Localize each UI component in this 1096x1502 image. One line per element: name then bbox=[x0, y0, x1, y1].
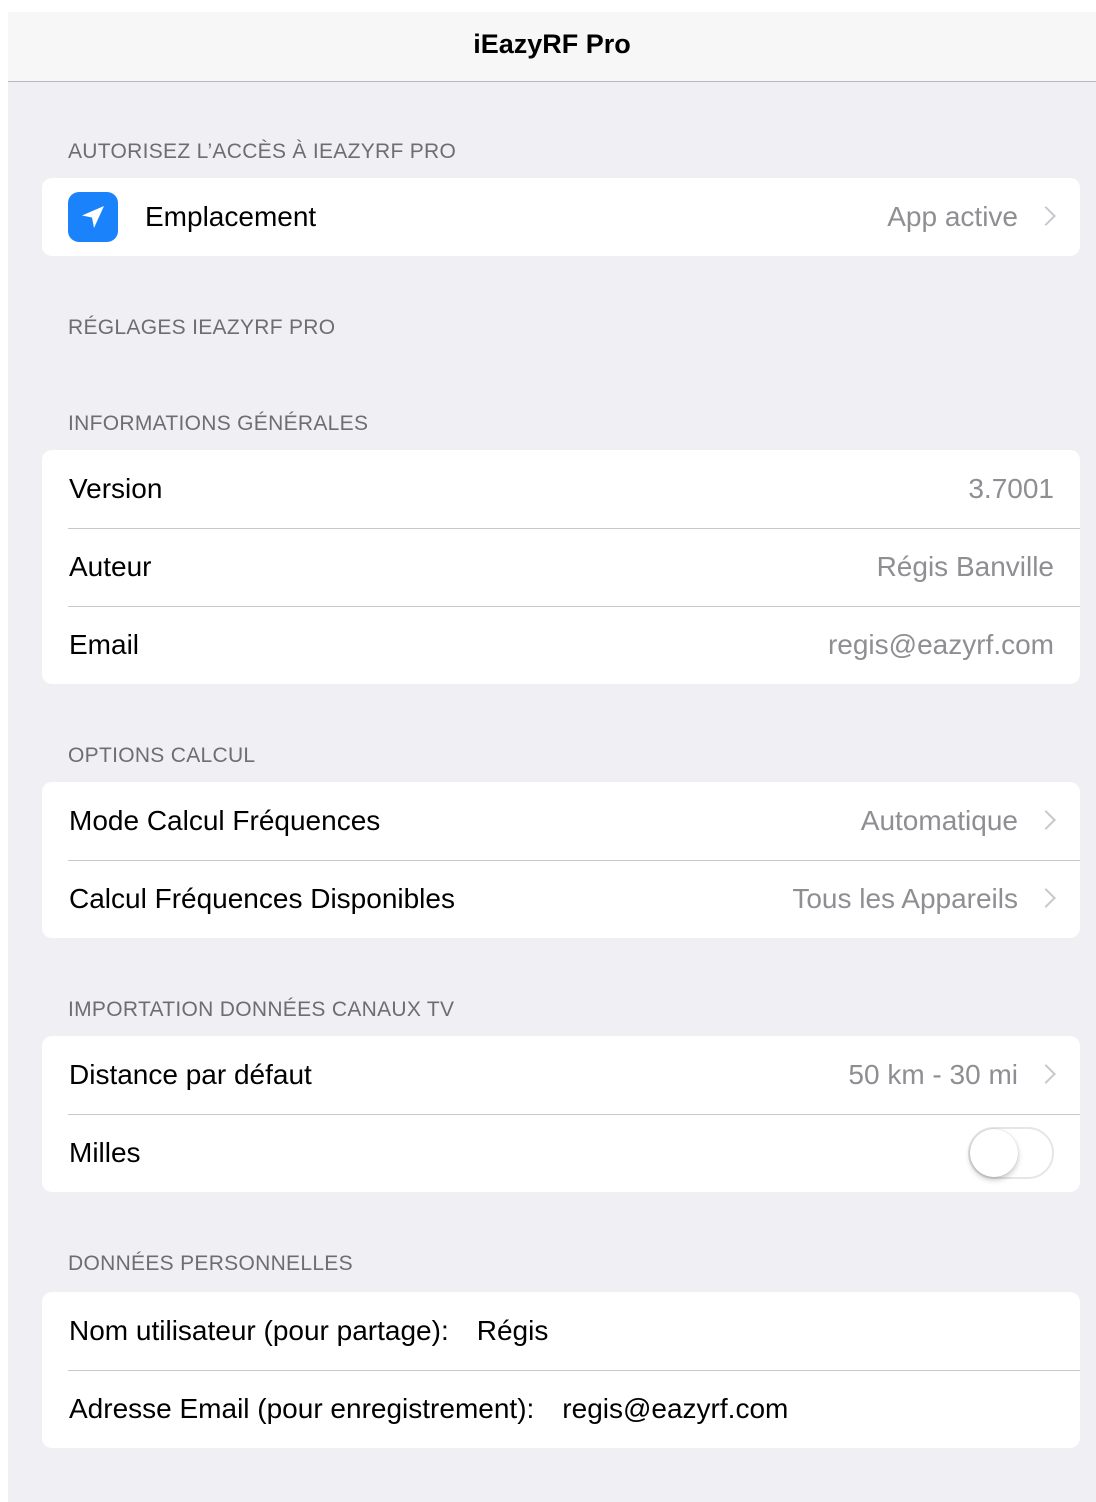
available-frequencies-row[interactable]: Calcul Fréquences Disponibles Tous les A… bbox=[42, 860, 1080, 938]
username-input[interactable]: Régis bbox=[477, 1315, 549, 1346]
frequency-mode-label: Mode Calcul Fréquences bbox=[69, 805, 381, 836]
version-value: 3.7001 bbox=[968, 473, 1054, 504]
registration-email-pair: Adresse Email (pour enregistrement): regi… bbox=[69, 1370, 788, 1448]
import-group: Distance par défaut 50 km - 30 mi Milles bbox=[42, 1036, 1080, 1192]
registration-email-label: Adresse Email (pour enregistrement): bbox=[69, 1393, 535, 1424]
section-header-access: AUTORISEZ L’ACCÈS À IEAZYRF PRO bbox=[68, 140, 457, 163]
author-label: Auteur bbox=[69, 551, 152, 582]
email-value: regis@eazyrf.com bbox=[827, 629, 1054, 660]
registration-email-input[interactable]: regis@eazyrf.com bbox=[562, 1393, 788, 1424]
default-distance-value: 50 km - 30 mi bbox=[848, 1059, 1018, 1090]
section-header-import: IMPORTATION DONNÉES CANAUX TV bbox=[68, 998, 455, 1021]
chevron-right-icon bbox=[1036, 206, 1056, 226]
available-frequencies-value: Tous les Appareils bbox=[792, 883, 1018, 914]
registration-email-row[interactable]: Adresse Email (pour enregistrement): regi… bbox=[42, 1370, 1080, 1448]
section-header-general: INFORMATIONS GÉNÉRALES bbox=[68, 412, 369, 435]
frequency-mode-value: Automatique bbox=[860, 805, 1018, 836]
author-value: Régis Banville bbox=[876, 551, 1054, 582]
email-row: Email regis@eazyrf.com bbox=[42, 606, 1080, 684]
username-label: Nom utilisateur (pour partage): bbox=[69, 1315, 449, 1346]
miles-toggle[interactable] bbox=[968, 1127, 1054, 1179]
chevron-right-icon bbox=[1036, 888, 1056, 908]
author-row: Auteur Régis Banville bbox=[42, 528, 1080, 606]
location-label: Emplacement bbox=[145, 201, 317, 232]
personal-group: Nom utilisateur (pour partage): Régis Adr… bbox=[42, 1292, 1080, 1448]
username-pair: Nom utilisateur (pour partage): Régis bbox=[69, 1292, 548, 1370]
location-arrow-icon bbox=[68, 192, 118, 242]
section-header-personal: DONNÉES PERSONNELLES bbox=[68, 1252, 353, 1275]
toggle-knob bbox=[970, 1129, 1018, 1177]
chevron-right-icon bbox=[1036, 810, 1056, 830]
navigation-bar: iEazyRF Pro bbox=[8, 12, 1096, 82]
access-group: Emplacement App active bbox=[42, 178, 1080, 256]
calc-group: Mode Calcul Fréquences Automatique Calcu… bbox=[42, 782, 1080, 938]
default-distance-label: Distance par défaut bbox=[69, 1059, 312, 1090]
section-header-settings: RÉGLAGES IEAZYRF PRO bbox=[68, 316, 336, 339]
default-distance-row[interactable]: Distance par défaut 50 km - 30 mi bbox=[42, 1036, 1080, 1114]
chevron-right-icon bbox=[1036, 1064, 1056, 1084]
frequency-mode-row[interactable]: Mode Calcul Fréquences Automatique bbox=[42, 782, 1080, 860]
settings-screen: iEazyRF Pro AUTORISEZ L’ACCÈS À IEAZYRF … bbox=[8, 12, 1096, 1502]
email-label: Email bbox=[69, 629, 140, 660]
section-header-calc: OPTIONS CALCUL bbox=[68, 744, 256, 767]
username-row[interactable]: Nom utilisateur (pour partage): Régis bbox=[42, 1292, 1080, 1370]
page-title: iEazyRF Pro bbox=[473, 29, 631, 59]
version-row: Version 3.7001 bbox=[42, 450, 1080, 528]
miles-label: Milles bbox=[69, 1137, 141, 1168]
location-row[interactable]: Emplacement App active bbox=[42, 178, 1080, 256]
miles-row: Milles bbox=[42, 1114, 1080, 1192]
general-group: Version 3.7001 Auteur Régis Banville Ema… bbox=[42, 450, 1080, 684]
available-frequencies-label: Calcul Fréquences Disponibles bbox=[69, 883, 455, 914]
location-value: App active bbox=[887, 201, 1018, 232]
version-label: Version bbox=[69, 473, 163, 504]
